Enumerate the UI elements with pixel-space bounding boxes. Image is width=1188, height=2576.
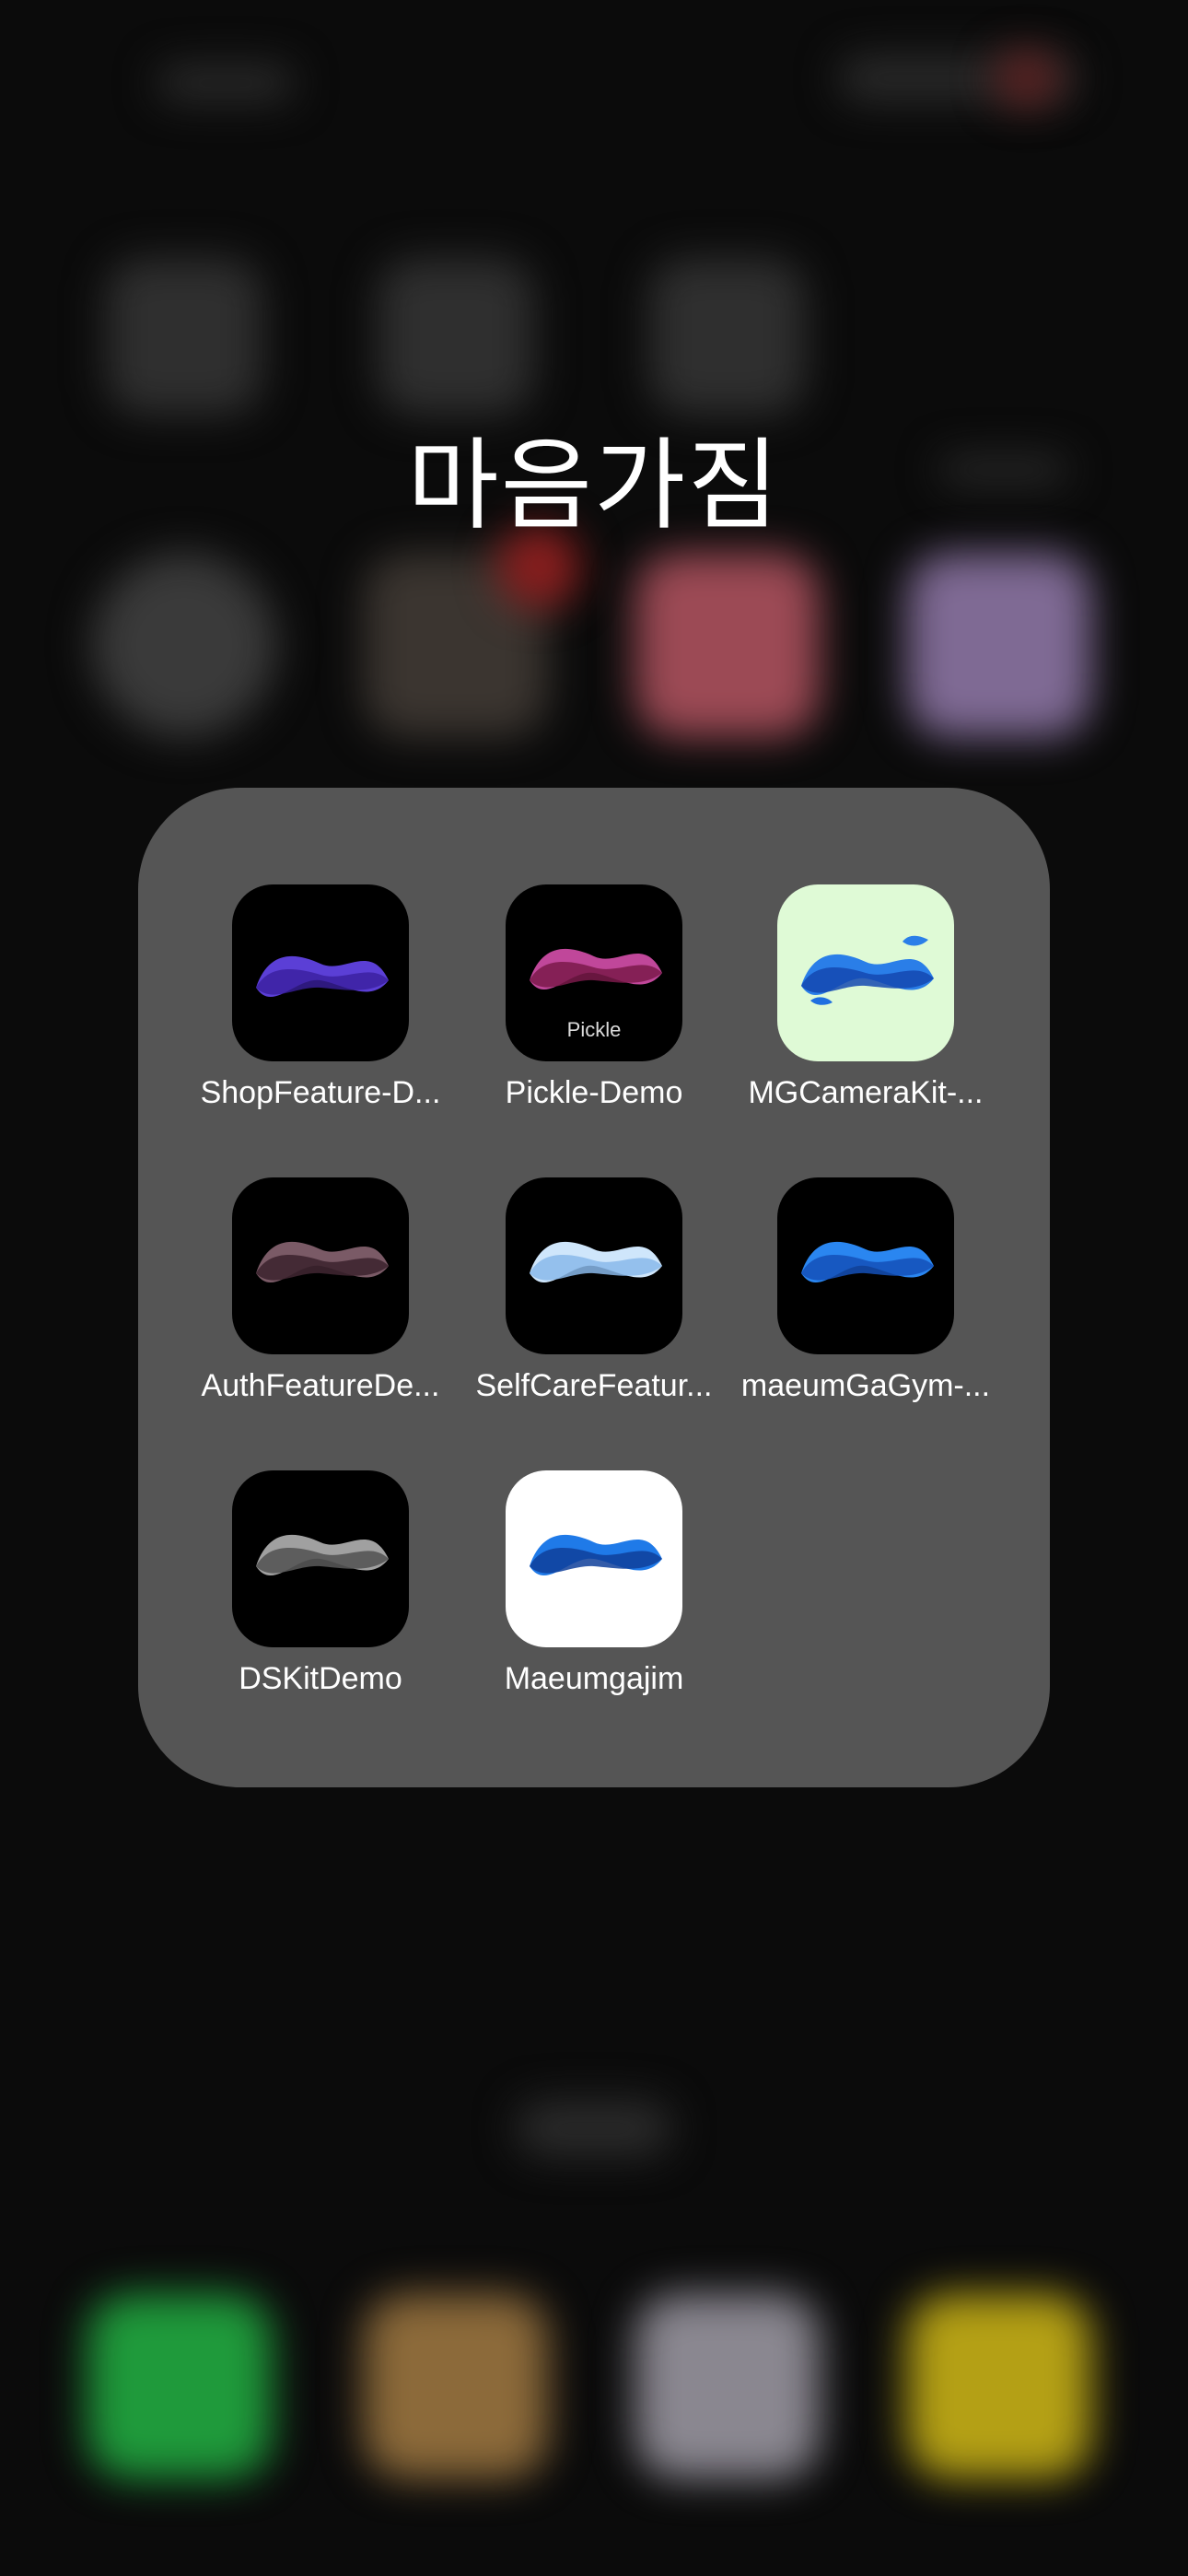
blue-wave-white-icon[interactable] — [506, 1470, 682, 1647]
background-widget — [378, 258, 534, 415]
background-widget — [649, 258, 806, 415]
lightblue-wave-icon[interactable] — [506, 1177, 682, 1354]
phone-app-icon — [87, 2294, 272, 2478]
app-label: Pickle-Demo — [505, 1075, 683, 1110]
background-app-icon — [907, 553, 1091, 737]
icon-badge-text: Pickle — [566, 1018, 622, 1041]
search-pill — [516, 2101, 672, 2156]
app-label: Maeumgajim — [504, 1661, 684, 1696]
background-widget — [106, 258, 262, 415]
blue-wave-icon[interactable] — [777, 1177, 954, 1354]
folder-title[interactable]: 마음가짐 — [0, 405, 1188, 549]
background-app-icon — [92, 553, 276, 737]
app-label: AuthFeatureDe... — [201, 1368, 440, 1403]
app-label: ShopFeature-D... — [200, 1075, 441, 1110]
app-label: maeumGaGym-... — [740, 1368, 991, 1403]
blue-wave-camera-icon[interactable] — [777, 884, 954, 1061]
dock-app-icon — [635, 2294, 820, 2478]
kakaotalk-app-icon — [907, 2294, 1091, 2478]
purple-wave-icon[interactable] — [232, 884, 409, 1061]
app-folder: ShopFeature-D... Pickle Pickle-Demo MGCa… — [138, 788, 1050, 1787]
app-label: SelfCareFeatur... — [475, 1368, 713, 1403]
chrome-app-icon — [364, 2294, 548, 2478]
app-label: MGCameraKit-... — [748, 1075, 984, 1110]
gray-wave-icon[interactable] — [232, 1470, 409, 1647]
battery-icon — [995, 51, 1059, 106]
status-bar-time — [157, 64, 295, 101]
magenta-wave-icon[interactable]: Pickle — [506, 884, 682, 1061]
background-app-icon — [635, 553, 820, 737]
app-label: DSKitDemo — [239, 1661, 402, 1696]
mauve-wave-icon[interactable] — [232, 1177, 409, 1354]
